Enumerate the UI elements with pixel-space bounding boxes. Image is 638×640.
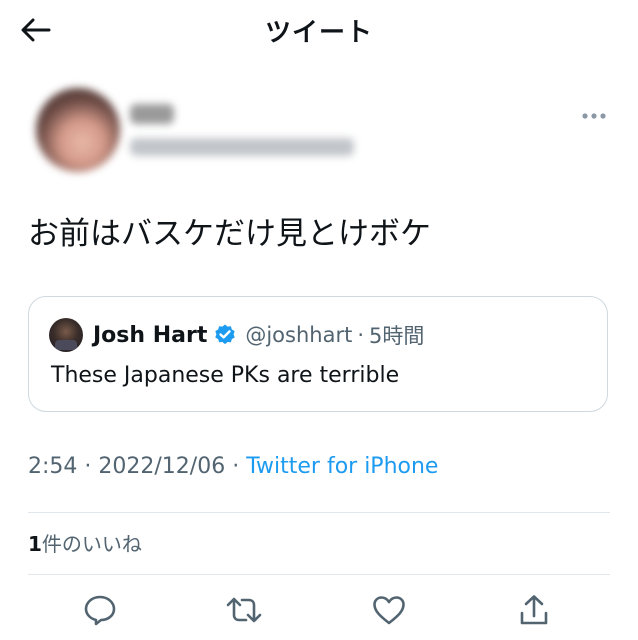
share-button[interactable]: [512, 588, 556, 632]
header-bar: ツイート: [0, 0, 638, 56]
quoted-author-name: Josh Hart: [93, 322, 208, 348]
action-bar: [0, 588, 638, 632]
tweet-source-link[interactable]: Twitter for iPhone: [246, 454, 438, 479]
divider: [28, 574, 610, 575]
page-title: ツイート: [264, 18, 373, 48]
tweet-meta: 2:54 · 2022/12/06 · Twitter for iPhone: [28, 454, 438, 479]
quoted-time: 5時間: [369, 324, 425, 348]
quoted-tweet-header: Josh Hart @joshhart · 5時間: [49, 317, 424, 353]
verified-badge-icon: [213, 323, 237, 347]
retweet-button[interactable]: [222, 588, 266, 632]
tweet-time: 2:54: [28, 454, 78, 479]
heart-icon: [373, 596, 405, 625]
quoted-separator: ·: [357, 323, 365, 347]
quoted-tweet[interactable]: Josh Hart @joshhart · 5時間 These Japanese…: [28, 296, 608, 412]
retweet-icon: [226, 597, 262, 623]
quoted-avatar: [49, 318, 83, 352]
tweet-date: 2022/12/06: [98, 454, 226, 479]
author-handle-blurred: [130, 138, 354, 156]
author-name-blurred: [130, 104, 174, 124]
tweet-text: お前はバスケだけ見とけボケ: [28, 216, 431, 252]
meta-separator: ·: [84, 454, 92, 479]
share-icon: [520, 595, 548, 625]
likes-number: 1: [28, 532, 42, 556]
quoted-tweet-text: These Japanese PKs are terrible: [51, 363, 400, 388]
more-horizontal-icon: [582, 113, 606, 119]
likes-label: 件のいいね: [41, 532, 142, 556]
meta-separator: ·: [232, 454, 240, 479]
likes-count[interactable]: 1件のいいね: [28, 528, 142, 557]
reply-icon: [84, 595, 116, 626]
quoted-author-handle: @joshhart: [245, 323, 353, 347]
more-button[interactable]: [576, 104, 612, 128]
divider: [28, 512, 610, 513]
like-button[interactable]: [367, 588, 411, 632]
avatar[interactable]: [36, 88, 120, 172]
tweet-author[interactable]: [36, 88, 596, 178]
reply-button[interactable]: [78, 588, 122, 632]
